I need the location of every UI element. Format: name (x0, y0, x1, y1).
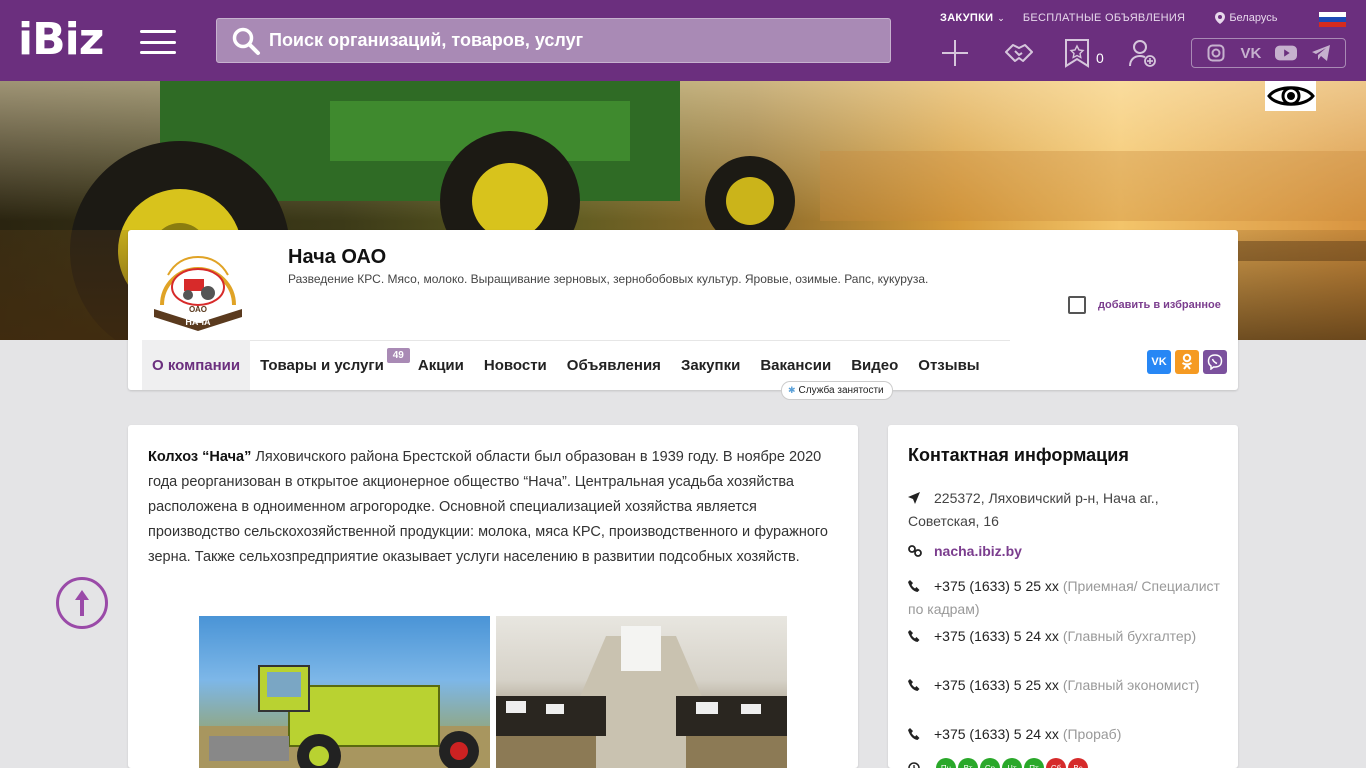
day-badge: Чт (1002, 758, 1022, 768)
phone-number[interactable]: +375 (1633) 5 24 xx (934, 726, 1059, 742)
favorites-star-icon[interactable] (1060, 36, 1094, 70)
company-about-section: Колхоз “Нача” Ляховичского района Брестс… (128, 425, 858, 768)
location-pin-icon (1215, 12, 1226, 24)
company-description: Разведение КРС. Мясо, молоко. Выращивани… (288, 272, 929, 286)
add-plus-icon[interactable] (938, 36, 972, 70)
vk-icon[interactable]: VK (1240, 42, 1262, 64)
day-badge: Вт (958, 758, 978, 768)
phone-row: +375 (1633) 5 25 xx (Приемная/ Специалис… (908, 575, 1228, 620)
employment-service-tooltip: ✱ Служба занятости (781, 381, 893, 400)
location-selector[interactable]: Беларусь (1215, 12, 1277, 24)
phone-row: +375 (1633) 5 25 xx (Главный экономист) (908, 674, 1228, 697)
phone-note: (Прораб) (1062, 726, 1122, 742)
day-badge: Сб (1046, 758, 1066, 768)
company-about-text: Колхоз “Нача” Ляховичского района Брестс… (148, 449, 828, 565)
company-card: ОАО НАЧА Нача ОАО Разведение КРС. Мясо, … (128, 230, 1238, 390)
share-buttons: VK (1143, 350, 1227, 374)
header-actions: 0 (938, 36, 1160, 70)
tab-ads[interactable]: Объявления (557, 340, 671, 390)
menu-burger-icon[interactable] (140, 30, 176, 54)
address-row: 225372, Ляховичский р-н, Нача аг., Совет… (908, 487, 1228, 532)
tab-about[interactable]: О компании (142, 340, 251, 390)
share-vk-icon[interactable]: VK (1147, 350, 1171, 374)
social-links: VK (1191, 38, 1346, 68)
chevron-down-icon[interactable]: ⌄ (997, 13, 1005, 24)
phone-icon (908, 576, 934, 598)
phone-number[interactable]: +375 (1633) 5 24 xx (934, 628, 1059, 644)
share-viber-icon[interactable] (1203, 350, 1227, 374)
phone-icon (908, 626, 934, 648)
tab-news[interactable]: Новости (474, 340, 557, 390)
phone-icon (908, 675, 934, 697)
free-ads-link[interactable]: БЕСПЛАТНЫЕ ОБЪЯВЛЕНИЯ (1023, 12, 1185, 24)
contact-info-panel: Контактная информация 225372, Ляховичски… (888, 425, 1238, 768)
search-input[interactable] (269, 30, 869, 51)
website-link[interactable]: nacha.ibiz.by (934, 543, 1022, 559)
site-logo[interactable]: iBiz (18, 18, 104, 62)
scroll-to-top-button[interactable] (56, 577, 108, 629)
day-badge: Ср (980, 758, 1000, 768)
clock-icon (908, 758, 934, 768)
tab-promotions[interactable]: Акции (408, 340, 474, 390)
user-add-icon[interactable] (1126, 36, 1160, 70)
contact-info-title: Контактная информация (908, 445, 1129, 465)
location-label: Беларусь (1229, 12, 1278, 24)
youtube-icon[interactable] (1275, 42, 1298, 64)
company-name: Нача ОАО (288, 246, 387, 268)
tab-reviews[interactable]: Отзывы (908, 340, 989, 390)
link-icon (908, 541, 934, 563)
cowshed-photo[interactable] (496, 616, 787, 768)
products-count-badge: 49 (386, 348, 410, 363)
phone-row: +375 (1633) 5 24 xx (Главный бухгалтер) (908, 625, 1228, 648)
top-links: ЗАКУПКИ ⌄ БЕСПЛАТНЫЕ ОБЪЯВЛЕНИЯ Беларусь (940, 12, 1277, 24)
phone-note: (Главный бухгалтер) (1062, 628, 1197, 644)
phone-number[interactable]: +375 (1633) 5 25 xx (934, 677, 1059, 693)
tab-procurements[interactable]: Закупки (671, 340, 750, 390)
handshake-icon[interactable] (1002, 36, 1036, 70)
day-badge: Вс (1068, 758, 1088, 768)
logo-text-bottom: НАЧА (185, 317, 211, 327)
instagram-icon[interactable] (1205, 42, 1227, 64)
add-to-favorites-label: добавить в избранное (1098, 299, 1221, 311)
accessibility-eye-icon[interactable] (1265, 81, 1316, 111)
phone-note: (Главный экономист) (1062, 677, 1200, 693)
arrow-up-icon (75, 590, 89, 616)
favorite-checkbox[interactable] (1068, 296, 1086, 314)
search-box[interactable] (216, 18, 891, 63)
search-icon (232, 27, 260, 55)
procurements-link[interactable]: ЗАКУПКИ (940, 12, 993, 24)
phone-number[interactable]: +375 (1633) 5 25 xx (934, 578, 1059, 594)
language-flag-icon[interactable] (1319, 12, 1346, 27)
tab-products[interactable]: Товары и услуги 49 (250, 340, 410, 390)
phone-icon (908, 724, 934, 746)
day-badge: Пн (936, 758, 956, 768)
day-badge: Пт (1024, 758, 1044, 768)
location-arrow-icon (908, 488, 934, 510)
logo-text-top: ОАО (189, 305, 207, 314)
top-header: iBiz ЗАКУПКИ ⌄ БЕСПЛАТНЫЕ ОБЪЯВЛЕНИЯ Бел… (0, 0, 1366, 81)
harvester-photo[interactable] (199, 616, 490, 768)
website-row: nacha.ibiz.by (908, 540, 1228, 563)
working-days: Пн Вт Ср Чт Пт Сб Вс (908, 758, 1088, 768)
sparkle-icon: ✱ (788, 385, 796, 395)
company-logo: ОАО НАЧА (154, 255, 242, 331)
add-to-favorites[interactable]: добавить в избранное (1068, 296, 1221, 314)
telegram-icon[interactable] (1310, 42, 1332, 64)
share-odnoklassniki-icon[interactable] (1175, 350, 1199, 374)
address-text: 225372, Ляховичский р-н, Нача аг., Совет… (908, 490, 1159, 530)
phone-row: +375 (1633) 5 24 xx (Прораб) (908, 723, 1228, 746)
favorites-count: 0 (1096, 50, 1104, 66)
